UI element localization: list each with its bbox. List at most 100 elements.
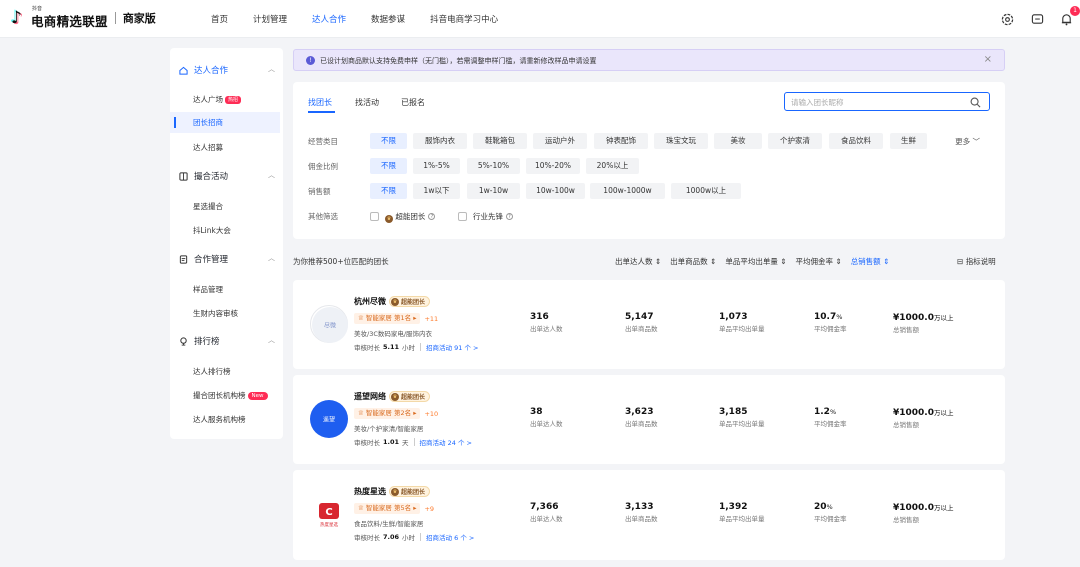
sidebar-item-star-match[interactable]: 星选撮合: [193, 201, 223, 212]
stat-value: ¥1000.0: [893, 313, 934, 323]
checkbox-pioneer[interactable]: [458, 212, 467, 221]
settings-icon[interactable]: [1001, 13, 1014, 26]
indicator-help[interactable]: ⊟ 指标说明: [957, 256, 996, 267]
chip[interactable]: 100w-1000w: [590, 183, 665, 199]
search-input[interactable]: 请输入团长昵称: [784, 92, 990, 111]
sidebar-item-doulink[interactable]: 抖Link大会: [193, 225, 231, 236]
help-icon[interactable]: ?: [428, 213, 436, 220]
chip[interactable]: 珠宝文玩: [654, 133, 708, 149]
chip-all[interactable]: 不限: [370, 158, 407, 174]
notice-text: 已设计划商品默认支持免费申样（无门槛），若需调整申样门槛，请重新修改样品申请设置: [320, 57, 597, 65]
activity-link[interactable]: 招商活动 24 个 >: [420, 437, 472, 447]
sidebar-group-talent[interactable]: 达人合作 ︿: [179, 64, 275, 76]
sort-avg-orders[interactable]: 单品平均出单量 ⇕: [725, 256, 786, 267]
chip[interactable]: 5%-10%: [467, 158, 520, 174]
stat-label: 出单达人数: [530, 515, 563, 523]
chip-all[interactable]: 不限: [370, 133, 407, 149]
stat-unit: 万以上: [934, 314, 954, 322]
sort-sales[interactable]: 总销售额 ⇕: [851, 256, 890, 267]
stat-value: 20: [814, 502, 827, 512]
tab-registered[interactable]: 已报名: [401, 97, 425, 108]
super-label: 超能团长: [401, 394, 426, 401]
chip[interactable]: 10w-100w: [526, 183, 585, 199]
message-icon[interactable]: [1031, 13, 1044, 26]
audit-unit: 天: [402, 439, 409, 447]
sort-products[interactable]: 出单商品数 ⇕: [670, 256, 716, 267]
nav-data[interactable]: 数据参谋: [371, 13, 405, 25]
sidebar-item-talent-recruit[interactable]: 达人招募: [193, 142, 223, 153]
top-header: ♪ ♪ ♪ 抖音 电商精选联盟 商家版 首页 计划管理 达人合作 数据参谋 抖音电商学…: [0, 0, 1080, 38]
help-icon[interactable]: ?: [506, 213, 513, 220]
leader-name[interactable]: 热度星选: [354, 486, 386, 497]
checkbox-super[interactable]: [370, 212, 379, 221]
search-icon[interactable]: [970, 97, 981, 108]
chip[interactable]: 10%-20%: [526, 158, 580, 174]
chip[interactable]: 1w以下: [413, 183, 460, 199]
chip[interactable]: 1%-5%: [413, 158, 460, 174]
chevron-up-icon: ︿: [268, 336, 275, 344]
chip[interactable]: 20%以上: [586, 158, 639, 174]
stat-value: 3,623: [625, 407, 654, 417]
rank-delta: +9: [424, 504, 435, 513]
option-label: 行业先锋: [473, 212, 503, 221]
trophy-icon: [180, 336, 187, 346]
sidebar-item-samples[interactable]: 样品管理: [193, 284, 223, 295]
sidebar-item-service-rank[interactable]: 达人服务机构榜: [193, 414, 246, 425]
leader-card[interactable]: C 热度星选 热度星选 ♛ 超能团长 ♕ 智能家居 第5名 ▸ +9 食品饮料/生鲜/智…: [293, 470, 1005, 560]
chip[interactable]: 1000w以上: [671, 183, 741, 199]
rank-delta: +11: [424, 314, 439, 323]
sidebar-item-content-review[interactable]: 生财内容审核: [193, 308, 238, 319]
audit-label: 审核时长: [354, 439, 380, 447]
rank-badge: ♕ 智能家居 第2名 ▸ +10: [354, 408, 438, 419]
stat-unit: %: [826, 503, 833, 511]
chip[interactable]: 食品饮料: [829, 133, 883, 149]
chip-all[interactable]: 不限: [370, 183, 407, 199]
sidebar-item-leader-rank[interactable]: 撮合团长机构榜 New: [193, 390, 268, 401]
chip[interactable]: 生鲜: [890, 133, 927, 149]
chip[interactable]: 美妆: [714, 133, 762, 149]
filter-row-commission: 佣金比例 不限 1%-5% 5%-10% 10%-20% 20%以上: [308, 158, 998, 174]
chip[interactable]: 钟表配饰: [594, 133, 648, 149]
chip[interactable]: 运动户外: [533, 133, 587, 149]
notification-badge: 1: [1070, 6, 1080, 16]
activity-link[interactable]: 招商活动 6 个 >: [426, 532, 474, 542]
search-placeholder: 请输入团长昵称: [791, 98, 844, 107]
tab-find-leader[interactable]: 找团长: [308, 97, 332, 108]
sort-commission[interactable]: 平均佣金率 ⇕: [796, 256, 842, 267]
info-box-icon: ⊟: [957, 257, 964, 266]
sidebar-group-ranking[interactable]: 排行榜 ︿: [179, 335, 275, 347]
nav-talent[interactable]: 达人合作: [312, 13, 346, 25]
stat-label: 单品平均出单量: [719, 420, 765, 428]
sidebar-item-leader-recruit[interactable]: 团长招商: [170, 112, 280, 133]
home-icon: [179, 66, 188, 75]
rank-text: 智能家居 第1名: [365, 314, 412, 322]
nav-learning[interactable]: 抖音电商学习中心: [430, 13, 498, 25]
sidebar-item-talent-rank[interactable]: 达人排行榜: [193, 366, 231, 377]
leader-name[interactable]: 杭州尽微: [354, 296, 386, 307]
chip[interactable]: 个护家清: [768, 133, 822, 149]
more-button[interactable]: 更多 ﹀: [955, 136, 980, 147]
stat-label: 总销售额: [893, 421, 919, 429]
sidebar-group-matching[interactable]: 撮合活动 ︿: [179, 170, 275, 182]
tab-find-activity[interactable]: 找活动: [355, 97, 379, 108]
sidebar-group-cooperation[interactable]: 合作管理 ︿: [179, 253, 275, 265]
leader-name[interactable]: 遥望网络: [354, 391, 386, 402]
chip[interactable]: 服饰内衣: [413, 133, 467, 149]
chip[interactable]: 1w-10w: [467, 183, 520, 199]
leader-card[interactable]: 尽微 杭州尽微 ♛ 超能团长 ♕ 智能家居 第1名 ▸ +11 美妆/3C数码家电/服…: [293, 280, 1005, 369]
nav-plan[interactable]: 计划管理: [253, 13, 287, 25]
sort-talents[interactable]: 出单达人数 ⇕: [615, 256, 661, 267]
sidebar-group-label: 排行榜: [194, 337, 220, 347]
leader-card[interactable]: 遥望 遥望网络 ♛ 超能团长 ♕ 智能家居 第2名 ▸ +10 美妆/个护家清/智能家…: [293, 375, 1005, 464]
filter-row-other: 其他筛选 ♛ 超能团长? 行业先锋?: [308, 208, 998, 224]
info-icon: !: [306, 56, 315, 65]
close-icon[interactable]: ×: [984, 54, 992, 65]
stat-value: 38: [530, 407, 543, 417]
nav-home[interactable]: 首页: [211, 13, 228, 25]
logo[interactable]: ♪ ♪ ♪ 抖音 电商精选联盟 商家版: [9, 6, 156, 30]
chip[interactable]: 鞋靴箱包: [473, 133, 527, 149]
activity-link[interactable]: 招商活动 91 个 >: [426, 342, 478, 352]
sidebar-item-label: 生财内容审核: [193, 309, 238, 318]
sidebar-item-talent-square[interactable]: 达人广场 热招: [193, 94, 242, 105]
sidebar-item-label: 达人排行榜: [193, 367, 231, 376]
